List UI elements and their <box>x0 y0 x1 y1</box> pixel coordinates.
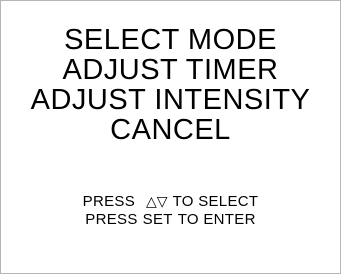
menu-item-cancel[interactable]: CANCEL <box>1 115 340 145</box>
instruction-area: PRESS △▽ TO SELECT PRESS SET TO ENTER <box>1 193 340 229</box>
up-down-arrows-icon: △▽ <box>146 194 168 210</box>
instruction-select-prefix: PRESS <box>82 193 136 210</box>
instruction-enter: PRESS SET TO ENTER <box>1 211 340 229</box>
instruction-select: PRESS △▽ TO SELECT <box>1 193 340 211</box>
menu-item-adjust-intensity[interactable]: ADJUST INTENSITY <box>1 85 340 115</box>
instruction-enter-key: SET <box>142 211 173 228</box>
menu-item-adjust-timer[interactable]: ADJUST TIMER <box>1 55 340 85</box>
device-display: SELECT MODE ADJUST TIMER ADJUST INTENSIT… <box>0 0 341 274</box>
instruction-enter-suffix: TO ENTER <box>177 211 256 228</box>
menu-item-select-mode[interactable]: SELECT MODE <box>1 25 340 55</box>
instruction-enter-prefix: PRESS <box>85 211 138 228</box>
menu-list: SELECT MODE ADJUST TIMER ADJUST INTENSIT… <box>1 25 340 145</box>
instruction-select-suffix: TO SELECT <box>172 193 259 210</box>
